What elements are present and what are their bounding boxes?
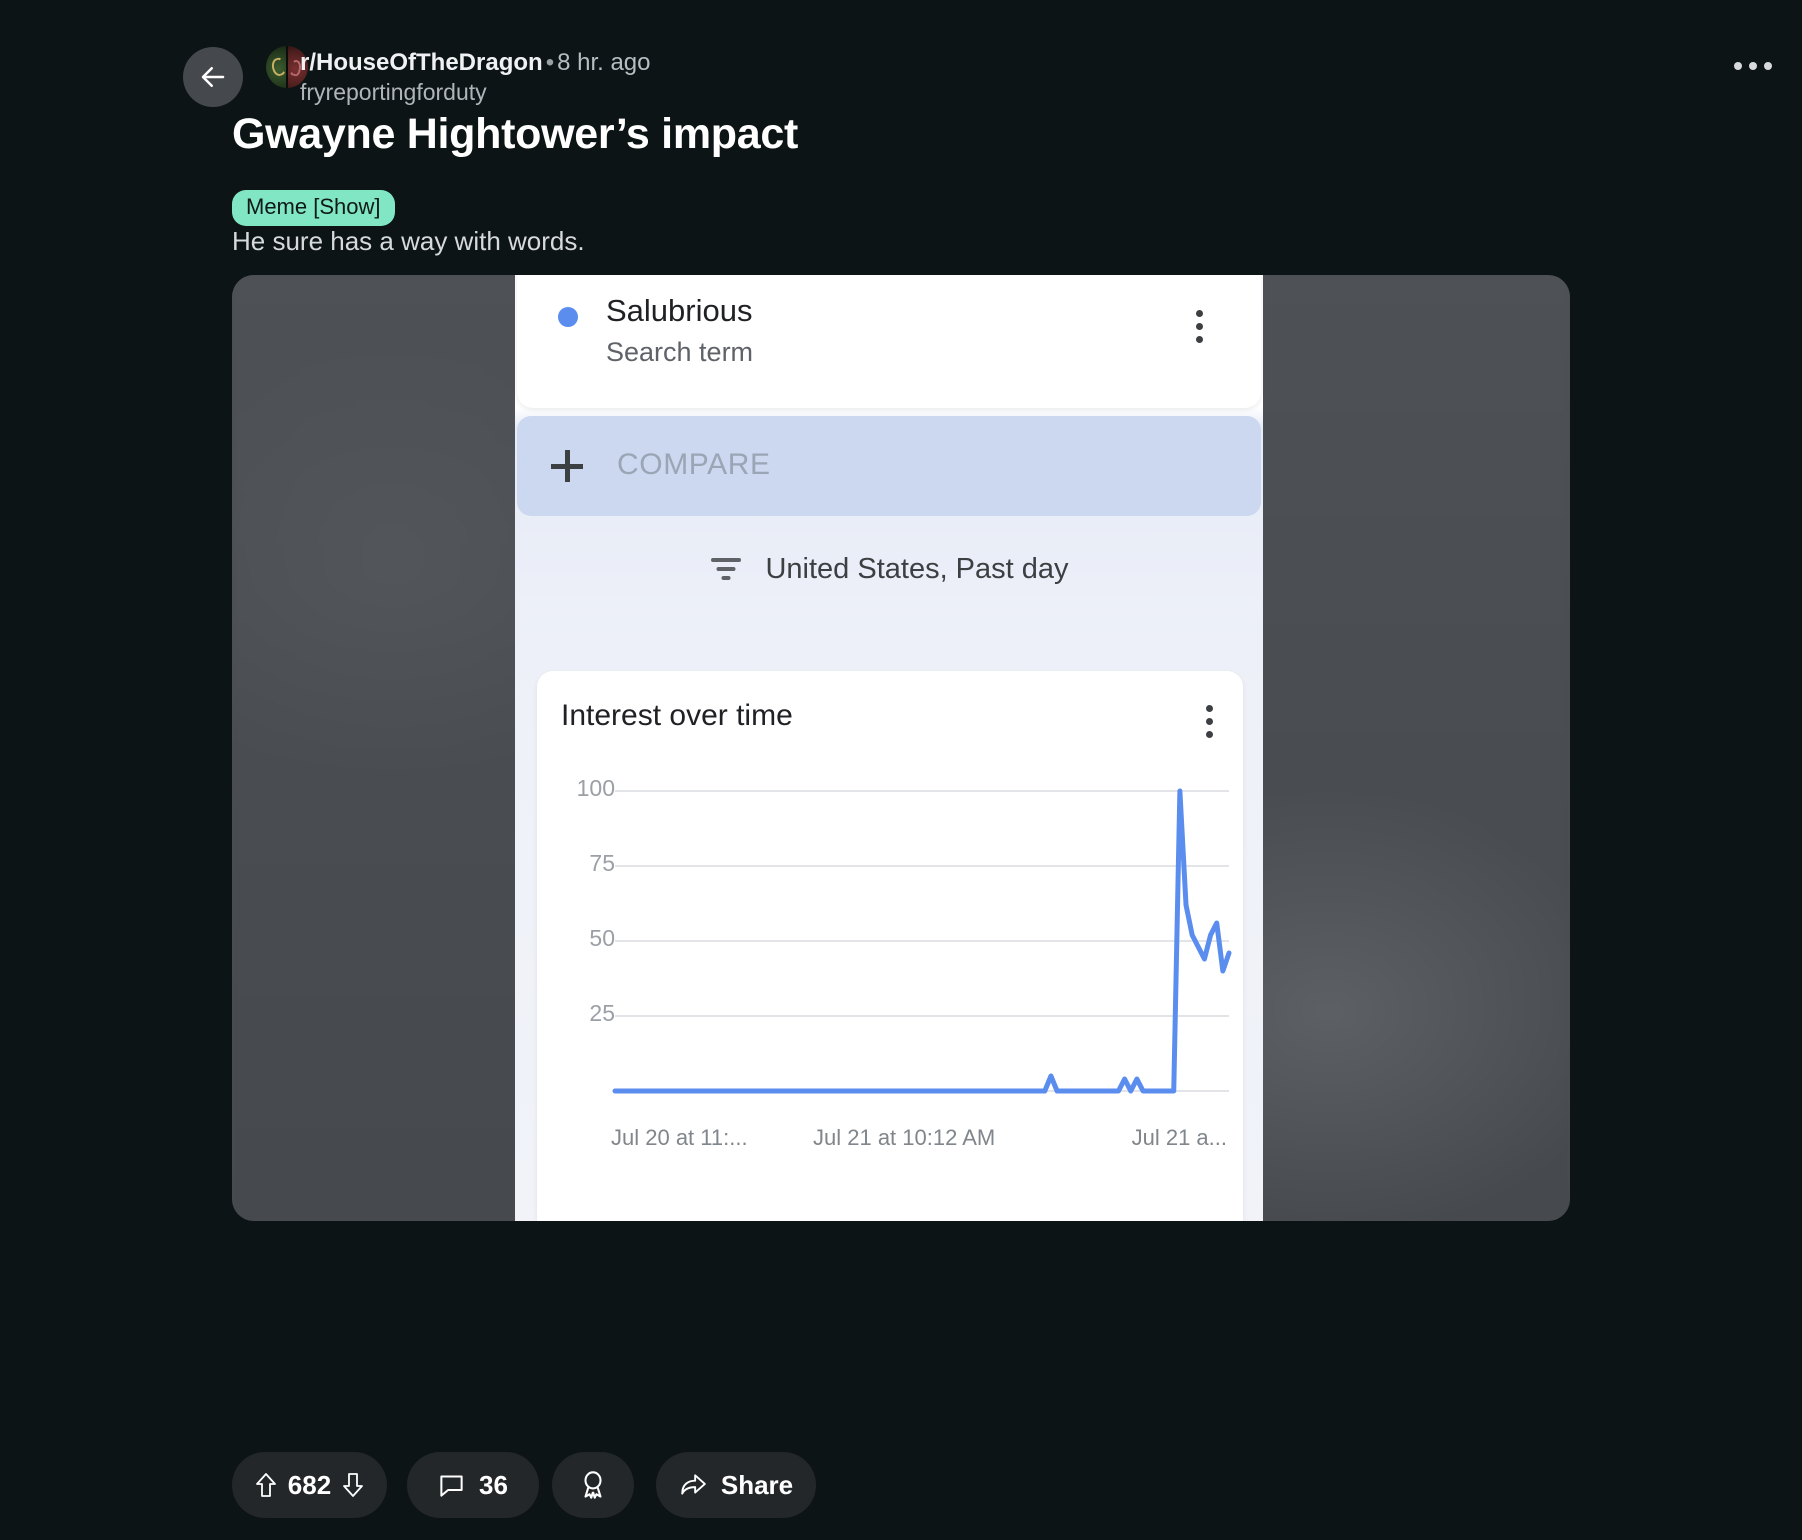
search-term-name: Salubrious — [606, 293, 753, 328]
post-flair-badge[interactable]: Meme [Show] — [232, 190, 395, 226]
google-trends-screenshot: Salubrious Search term COMPARE United St… — [515, 275, 1263, 1221]
interest-over-time-card: Interest over time 100 75 50 25 Jul 20 a… — [537, 671, 1243, 1221]
comment-bubble-icon — [440, 1474, 463, 1497]
filter-bar-3 — [721, 576, 731, 580]
filter-bar-1 — [711, 558, 742, 562]
x-tick-label: Jul 21 a... — [1131, 1125, 1227, 1150]
series-color-dot — [558, 307, 578, 327]
subreddit-link[interactable]: r/HouseOfTheDragon — [300, 49, 543, 76]
compare-button[interactable]: COMPARE — [517, 416, 1261, 516]
award-button[interactable] — [552, 1452, 634, 1518]
filter-label: United States, Past day — [765, 552, 1069, 585]
dot-1 — [1196, 310, 1203, 317]
comments-button[interactable]: 36 — [407, 1452, 539, 1518]
more-vertical-icon[interactable] — [1196, 310, 1203, 343]
page-title: Gwayne Hightower’s impact — [232, 110, 798, 158]
chart-title: Interest over time — [561, 699, 793, 732]
compare-label: COMPARE — [617, 448, 771, 481]
arrow-left-icon — [201, 67, 225, 87]
post-age: 8 hr. ago — [557, 49, 651, 76]
post-detail-screen: r/HouseOfTheDragon • 8 hr. ago fryreportin… — [0, 0, 1802, 1540]
post-body-text: He sure has a way with words. — [232, 226, 585, 256]
post-header: r/HouseOfTheDragon • 8 hr. ago fryreportin… — [0, 0, 1802, 120]
vote-score: 682 — [287, 1469, 332, 1500]
chart-svg — [612, 788, 1232, 1094]
post-media[interactable]: Salubrious Search term COMPARE United St… — [232, 275, 1570, 1221]
dot-3 — [1764, 62, 1772, 70]
x-tick-label: Jul 20 at 11:... — [611, 1125, 748, 1150]
plus-icon — [551, 450, 583, 482]
x-axis-ticks: Jul 20 at 11:... Jul 21 at 10:12 AM Jul 21… — [537, 1119, 1243, 1159]
dot-2 — [1749, 62, 1757, 70]
x-tick-label: Jul 21 at 10:12 AM — [813, 1125, 996, 1150]
more-vertical-icon[interactable] — [1206, 705, 1213, 738]
dot-2 — [1206, 718, 1213, 725]
avatar-divider — [286, 46, 288, 88]
upvote-arrow-icon[interactable] — [254, 1472, 278, 1498]
award-badge-icon — [584, 1471, 602, 1499]
share-label: Share — [720, 1469, 794, 1500]
dot-2 — [1196, 323, 1203, 330]
search-term-subtitle: Search term — [606, 337, 754, 367]
more-horizontal-icon[interactable] — [1734, 62, 1772, 70]
dot-1 — [1206, 705, 1213, 712]
share-button[interactable]: Share — [656, 1452, 816, 1518]
back-button[interactable] — [183, 47, 243, 107]
vote-pill: 682 — [232, 1452, 387, 1518]
search-term-card[interactable]: Salubrious Search term — [517, 275, 1261, 408]
comment-count: 36 — [479, 1469, 508, 1500]
post-meta-line: r/HouseOfTheDragon • 8 hr. ago — [300, 49, 651, 77]
dot-3 — [1196, 336, 1203, 343]
dot-1 — [1734, 62, 1742, 70]
gridlines — [615, 790, 1229, 1017]
line-chart-plot — [537, 783, 1243, 1113]
filter-row[interactable]: United States, Past day — [517, 521, 1261, 617]
filter-icon — [709, 556, 743, 582]
downvote-arrow-icon[interactable] — [341, 1472, 365, 1498]
dot-3 — [1206, 731, 1213, 738]
post-author[interactable]: fryreportingforduty — [300, 79, 487, 106]
share-arrow-icon — [681, 1474, 706, 1495]
filter-bar-2 — [716, 567, 736, 571]
meta-separator: • — [545, 49, 555, 76]
